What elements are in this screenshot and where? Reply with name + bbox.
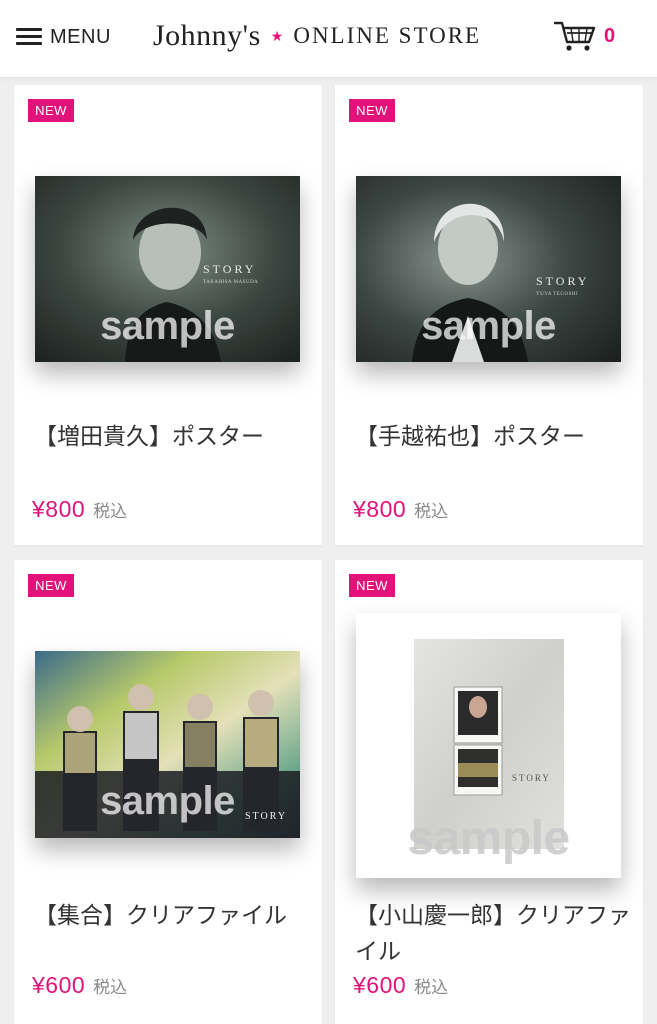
menu-label: MENU <box>50 25 111 48</box>
new-badge: NEW <box>28 574 74 597</box>
new-badge: NEW <box>349 574 395 597</box>
cart-icon <box>554 21 596 51</box>
product-card[interactable]: NEW STORY sample 【集合】クリアファイル ¥600 税込 <box>14 560 322 1024</box>
product-price: ¥800 税込 <box>32 496 127 523</box>
product-image[interactable]: STORY sample <box>35 651 300 838</box>
new-badge: NEW <box>28 99 74 122</box>
logo-main-text: Johnny's <box>153 19 261 52</box>
new-badge: NEW <box>349 99 395 122</box>
product-price: ¥800 税込 <box>353 496 448 523</box>
product-card[interactable]: NEW STORY sample 【小山慶一郎】クリアファイル ¥600 税込 <box>335 560 643 1024</box>
product-price: ¥600 税込 <box>32 972 127 999</box>
product-card[interactable]: NEW STORY YUYA TEGOSHI sample 【手越祐也】ポスター… <box>335 85 643 545</box>
product-title[interactable]: 【手越祐也】ポスター <box>355 419 645 455</box>
star-icon: ★ <box>270 29 284 45</box>
tax-label: 税込 <box>414 502 449 522</box>
product-image[interactable]: STORY sample <box>356 613 621 878</box>
product-title[interactable]: 【小山慶一郎】クリアファイル <box>355 898 645 970</box>
product-title[interactable]: 【増田貴久】ポスター <box>34 419 324 455</box>
image-caption: STORY <box>512 773 551 783</box>
hamburger-icon <box>16 28 42 46</box>
image-caption: STORY <box>245 811 288 822</box>
price-amount: ¥800 <box>32 496 86 522</box>
site-header: MENU Johnny's ★ ONLINE STORE 0 <box>0 0 657 78</box>
product-image[interactable]: STORY TAKAHISA MASUDA sample <box>35 176 300 362</box>
price-amount: ¥600 <box>353 972 407 998</box>
image-caption: STORY <box>203 262 257 276</box>
image-subcaption: YUYA TEGOSHI <box>536 292 579 297</box>
tax-label: 税込 <box>93 978 128 998</box>
product-price: ¥600 税込 <box>353 972 448 999</box>
store-logo[interactable]: Johnny's ★ ONLINE STORE <box>153 14 481 58</box>
logo-sub-text: ONLINE STORE <box>293 23 482 48</box>
cart-count: 0 <box>604 24 616 47</box>
image-subcaption: TAKAHISA MASUDA <box>203 280 259 285</box>
cart-button[interactable]: 0 <box>554 18 615 54</box>
tax-label: 税込 <box>93 502 128 522</box>
image-caption: STORY <box>536 274 590 288</box>
product-title[interactable]: 【集合】クリアファイル <box>34 898 324 934</box>
price-amount: ¥600 <box>32 972 86 998</box>
tax-label: 税込 <box>414 978 449 998</box>
menu-button[interactable]: MENU <box>16 22 111 52</box>
price-amount: ¥800 <box>353 496 407 522</box>
product-card[interactable]: NEW STORY TAKAHISA MASUDA sample 【増田貴久】ポ… <box>14 85 322 545</box>
product-image[interactable]: STORY YUYA TEGOSHI sample <box>356 176 621 362</box>
